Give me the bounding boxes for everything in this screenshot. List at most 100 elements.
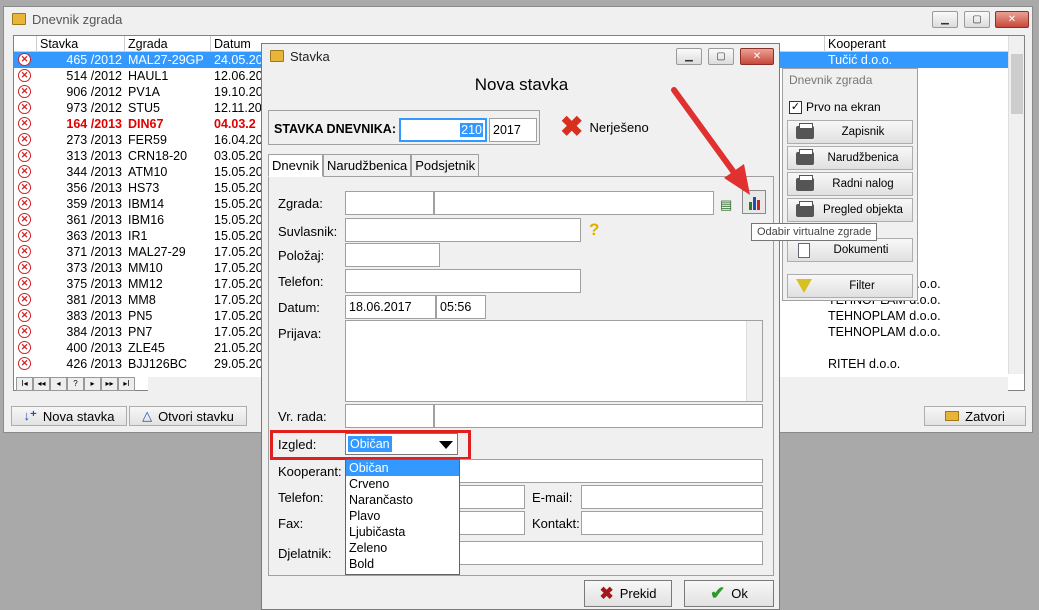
vrijeme-field[interactable]: 05:56 xyxy=(436,295,486,319)
vr-rada-name-field[interactable] xyxy=(434,404,763,428)
dropdown-option[interactable]: Ljubičasta xyxy=(346,524,459,540)
cell-zgrada: STU5 xyxy=(128,101,160,115)
email-field[interactable] xyxy=(581,485,763,509)
prvo-na-ekran-checkbox[interactable]: ✓ Prvo na ekran xyxy=(789,100,881,114)
nav-button[interactable]: ? xyxy=(67,377,84,391)
tab-dnevnik[interactable]: Dnevnik xyxy=(268,154,323,177)
pregled-objekta-button[interactable]: Pregled objekta xyxy=(787,198,913,222)
prijava-scrollbar[interactable] xyxy=(746,321,762,401)
otvori-stavku-label: Otvori stavku xyxy=(158,408,234,424)
zatvori-button[interactable]: Zatvori xyxy=(924,406,1026,426)
cell-datum: 29.05.20 xyxy=(214,357,263,371)
narudzbenica-button[interactable]: Narudžbenica xyxy=(787,146,913,170)
narudzbenica-label: Narudžbenica xyxy=(827,152,899,164)
stavka-number-field[interactable]: 210 xyxy=(399,118,487,142)
cell-zgrada: MAL27-29 xyxy=(128,245,186,259)
stavka-year-value: 2017 xyxy=(493,123,521,137)
nav-button[interactable]: ◂◂ xyxy=(33,377,50,391)
dropdown-option[interactable]: Bold xyxy=(346,556,459,572)
nav-button[interactable]: ▸▸ xyxy=(101,377,118,391)
dialog-close-button[interactable]: ✕ xyxy=(740,48,774,65)
izgled-select[interactable]: Običan xyxy=(345,433,458,455)
status-x-circle-icon: ✕ xyxy=(18,309,31,322)
telefon-field[interactable] xyxy=(345,269,581,293)
stavka-year-field[interactable]: 2017 xyxy=(489,118,537,142)
dropdown-arrow-icon[interactable] xyxy=(439,441,453,449)
maximize-button[interactable]: ▢ xyxy=(964,11,990,28)
status-x-circle-icon: ✕ xyxy=(18,325,31,338)
cell-stavka: 400 /2013 xyxy=(66,341,122,355)
zgrada-code-field[interactable] xyxy=(345,191,434,215)
minimize-button[interactable]: ▁ xyxy=(932,11,958,28)
close-button[interactable]: ✕ xyxy=(995,11,1029,28)
dialog-tabs: Dnevnik Narudžbenica Podsjetnik xyxy=(268,154,480,177)
nav-button[interactable]: ◂ xyxy=(50,377,67,391)
cell-stavka: 164 /2013 xyxy=(66,117,122,131)
prijava-textarea[interactable] xyxy=(345,320,763,402)
nav-button[interactable]: I◂ xyxy=(16,377,33,391)
ok-button[interactable]: ✔ Ok xyxy=(684,580,774,607)
cell-datum: 17.05.20 xyxy=(214,309,263,323)
main-window-titlebar: Dnevnik zgrada xyxy=(4,7,1032,31)
dialog-minimize-button[interactable]: ▁ xyxy=(676,48,702,65)
kontakt-field[interactable] xyxy=(581,511,763,535)
dialog-title: Stavka xyxy=(290,48,330,64)
filter-button[interactable]: Filter xyxy=(787,274,913,298)
status-x-circle-icon: ✕ xyxy=(18,149,31,162)
kontakt-label: Kontakt: xyxy=(532,516,580,531)
radni-nalog-button[interactable]: Radni nalog xyxy=(787,172,913,196)
telefon-label: Telefon: xyxy=(278,274,324,289)
cell-stavka: 363 /2013 xyxy=(66,229,122,243)
cell-kooperant: TEHNOPLAM d.o.o. xyxy=(828,309,941,323)
help-question-icon[interactable]: ? xyxy=(589,220,599,240)
prekid-button[interactable]: ✖ Prekid xyxy=(584,580,672,607)
filter-label: Filter xyxy=(849,280,875,292)
polozaj-label: Položaj: xyxy=(278,248,325,263)
prvo-na-ekran-label: Prvo na ekran xyxy=(806,100,881,114)
dialog-maximize-button[interactable]: ▢ xyxy=(708,48,734,65)
dropdown-option[interactable]: Običan xyxy=(346,460,459,476)
status-x-circle-icon: ✕ xyxy=(18,245,31,258)
dropdown-option[interactable]: Zeleno xyxy=(346,540,459,556)
suvlasnik-label: Suvlasnik: xyxy=(278,224,338,239)
zapisnik-label: Zapisnik xyxy=(841,126,885,138)
datum-field[interactable]: 18.06.2017 xyxy=(345,295,436,319)
dropdown-option[interactable]: Crveno xyxy=(346,476,459,492)
tab-podsjetnik[interactable]: Podsjetnik xyxy=(411,154,480,177)
col-header-zgrada[interactable]: Zgrada xyxy=(128,37,168,51)
col-header-kooperant[interactable]: Kooperant xyxy=(828,37,886,51)
dropdown-option[interactable]: Plavo xyxy=(346,508,459,524)
zapisnik-button[interactable]: Zapisnik xyxy=(787,120,913,144)
nova-stavka-button[interactable]: ↓⁺ Nova stavka xyxy=(11,406,127,426)
zgrada-label: Zgrada: xyxy=(278,196,323,211)
vr-rada-code-field[interactable] xyxy=(345,404,434,428)
nav-button[interactable]: ▸I xyxy=(118,377,135,391)
grid-vertical-scrollbar[interactable] xyxy=(1008,36,1024,374)
col-header-stavka[interactable]: Stavka xyxy=(40,37,78,51)
tab-narudzbenica[interactable]: Narudžbenica xyxy=(322,154,412,177)
status-x-circle-icon: ✕ xyxy=(18,117,31,130)
cell-zgrada: MAL27-29GP xyxy=(128,53,204,67)
dropdown-option[interactable]: Narančasto xyxy=(346,492,459,508)
email-label: E-mail: xyxy=(532,490,573,505)
prekid-label: Prekid xyxy=(619,586,657,601)
telefon2-label: Telefon: xyxy=(278,490,324,505)
dokumenti-button[interactable]: Dokumenti xyxy=(787,238,913,262)
polozaj-field[interactable] xyxy=(345,243,440,267)
side-panel-title: Dnevnik zgrada xyxy=(789,73,873,87)
cell-stavka: 381 /2013 xyxy=(66,293,122,307)
kooperant-label: Kooperant: xyxy=(278,464,342,479)
cell-zgrada: BJJ126BC xyxy=(128,357,188,371)
printer-icon xyxy=(796,122,814,139)
pregled-objekta-label: Pregled objekta xyxy=(823,204,903,216)
arrow-down-add-icon: ↓⁺ xyxy=(23,408,37,423)
nav-button[interactable]: ▸ xyxy=(84,377,101,391)
cell-zgrada: PN5 xyxy=(128,309,153,323)
otvori-stavku-button[interactable]: △ Otvori stavku xyxy=(129,406,247,426)
cell-datum: 17.05.20 xyxy=(214,245,263,259)
suvlasnik-field[interactable] xyxy=(345,218,581,242)
cell-datum: 03.05.20 xyxy=(214,149,263,163)
cell-zgrada: DIN67 xyxy=(128,117,164,131)
cell-kooperant: TEHNOPLAM d.o.o. xyxy=(828,325,941,339)
col-header-datum[interactable]: Datum xyxy=(214,37,251,51)
